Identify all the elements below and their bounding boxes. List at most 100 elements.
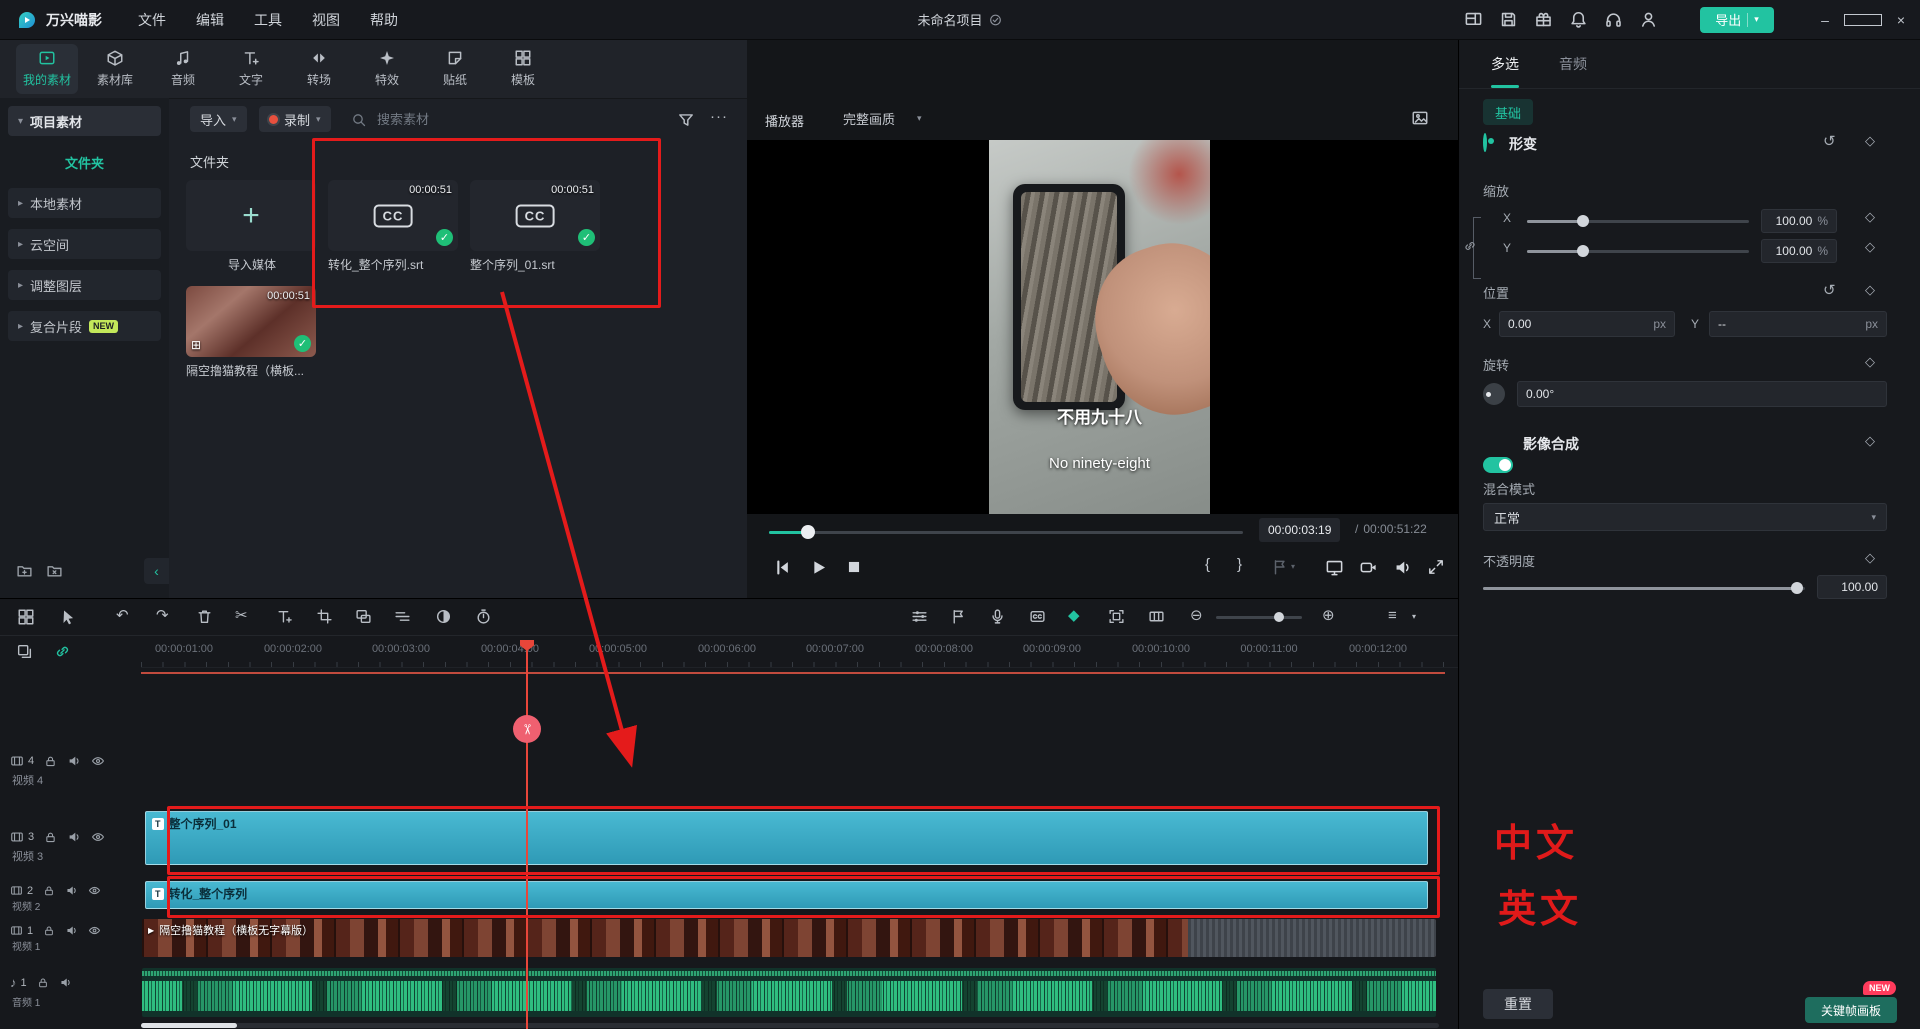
scale-y-keyframe-icon[interactable]: ◇ <box>1865 239 1875 255</box>
lock-icon[interactable] <box>44 831 57 844</box>
seek-handle[interactable] <box>801 525 815 539</box>
import-button[interactable]: 导入▾ <box>190 106 247 132</box>
text-tool-icon[interactable] <box>276 608 293 625</box>
import-media-card[interactable]: + <box>186 180 316 251</box>
pos-x-input[interactable]: 0.00px <box>1499 311 1675 337</box>
quality-dropdown[interactable]: 完整画质▾ <box>833 105 932 131</box>
media-item-srt2[interactable]: 00:00:51 CC ✓ <box>470 180 600 251</box>
close-button[interactable]: × <box>1882 0 1920 39</box>
speed-icon[interactable] <box>475 608 492 625</box>
filmstrip-icon[interactable] <box>1148 608 1165 625</box>
tab-my-media[interactable]: 我的素材 <box>16 44 78 94</box>
zoom-slider[interactable] <box>1216 616 1302 619</box>
marker-flag-button[interactable] <box>1271 558 1289 576</box>
auto-ripple-link-icon[interactable] <box>54 643 71 660</box>
tab-stickers[interactable]: 贴纸 <box>424 44 486 94</box>
new-folder-icon[interactable] <box>16 562 33 579</box>
tab-basic[interactable]: 基础 <box>1483 99 1533 125</box>
mirror-display-button[interactable] <box>1325 558 1344 577</box>
menu-file[interactable]: 文件 <box>138 10 166 30</box>
pos-y-input[interactable]: --px <box>1709 311 1887 337</box>
collapse-sidebar-button[interactable]: ‹ <box>144 558 169 584</box>
filter-icon[interactable] <box>677 111 695 129</box>
tab-audio[interactable]: 音频 <box>152 44 214 94</box>
keyframe-panel-button[interactable]: 关键帧画板 <box>1805 997 1897 1023</box>
sidebar-item-compound-clip[interactable]: ▸复合片段NEW <box>8 311 161 341</box>
lock-icon[interactable] <box>43 925 55 937</box>
select-tool-icon[interactable] <box>59 608 77 626</box>
opacity-slider[interactable] <box>1483 587 1805 590</box>
scale-x-value[interactable]: 100.00% <box>1761 209 1837 233</box>
lock-icon[interactable] <box>44 755 57 768</box>
maximize-button[interactable] <box>1844 0 1882 39</box>
track-header-audio1[interactable]: ♪ 1 音频 1 <box>0 975 141 1009</box>
tab-audio-props[interactable]: 音频 <box>1559 39 1587 88</box>
play-button[interactable] <box>809 558 828 577</box>
scale-x-keyframe-icon[interactable]: ◇ <box>1865 209 1875 225</box>
hide-icon[interactable] <box>91 830 105 844</box>
notifications-icon[interactable] <box>1569 10 1588 29</box>
voiceover-icon[interactable] <box>989 608 1006 625</box>
delete-icon[interactable] <box>196 608 213 625</box>
scale-x-slider-handle[interactable] <box>1577 215 1589 227</box>
zoom-slider-handle[interactable] <box>1274 612 1284 622</box>
track-header-video1[interactable]: 1 视频 1 <box>0 924 141 953</box>
mask-icon[interactable] <box>435 608 452 625</box>
menu-edit[interactable]: 编辑 <box>196 10 224 30</box>
marker-icon[interactable] <box>950 608 967 625</box>
media-item-video[interactable]: 00:00:51 ⊞ ✓ <box>186 286 316 357</box>
previous-frame-button[interactable] <box>773 558 792 577</box>
preview-display-icon[interactable] <box>1411 109 1429 127</box>
position-keyframe-icon[interactable]: ◇ <box>1865 282 1875 298</box>
reset-position-icon[interactable]: ↺ <box>1823 281 1836 299</box>
zoom-in-icon[interactable]: ⊕ <box>1322 607 1335 625</box>
seek-bar[interactable] <box>769 531 1243 534</box>
timeline-scrollbar[interactable] <box>141 1023 1439 1028</box>
track-height-caret-icon[interactable]: ▾ <box>1412 612 1416 621</box>
search-input[interactable] <box>375 111 509 128</box>
scale-y-slider-handle[interactable] <box>1577 245 1589 257</box>
volume-button[interactable] <box>1393 558 1412 577</box>
save-icon[interactable] <box>1499 10 1518 29</box>
tab-text[interactable]: 文字 <box>220 44 282 94</box>
mute-icon[interactable] <box>67 830 81 844</box>
compositing-keyframe-icon[interactable]: ◇ <box>1865 433 1875 449</box>
keyframe-diamond-icon[interactable]: ◇ <box>1865 133 1875 149</box>
rotate-input[interactable]: 0.00° <box>1517 381 1887 407</box>
sidebar-item-local-media[interactable]: ▸本地素材 <box>8 188 161 218</box>
link-scale-icon[interactable] <box>1463 239 1477 253</box>
snapshot-clip-icon[interactable] <box>16 643 33 660</box>
track-height-icon[interactable]: ≡ <box>1388 607 1397 625</box>
mark-out-button[interactable]: } <box>1237 556 1242 573</box>
keyframe-icon[interactable]: ◆ <box>1068 607 1080 625</box>
tab-multiselect[interactable]: 多选 <box>1491 39 1519 88</box>
track-manager-icon[interactable] <box>394 608 411 625</box>
sidebar-item-cloud[interactable]: ▸云空间 <box>8 229 161 259</box>
lock-icon[interactable] <box>37 977 49 989</box>
rotation-knob[interactable] <box>1483 383 1505 405</box>
lock-icon[interactable] <box>43 885 55 897</box>
mute-icon[interactable] <box>59 976 72 989</box>
workspace-layout-icon[interactable] <box>1464 10 1483 29</box>
menu-view[interactable]: 视图 <box>312 10 340 30</box>
track-header-video2[interactable]: 2 视频 2 <box>0 884 141 913</box>
tab-stock-library[interactable]: 素材库 <box>84 44 146 94</box>
mark-in-button[interactable]: { <box>1205 556 1210 573</box>
export-button[interactable]: 导出▾ <box>1700 7 1774 33</box>
sidebar-item-adjustment-layer[interactable]: ▸调整图层 <box>8 270 161 300</box>
account-icon[interactable] <box>1639 10 1658 29</box>
sidebar-item-folder[interactable]: 文件夹 <box>8 147 161 177</box>
media-item-srt1[interactable]: 00:00:51 CC ✓ <box>328 180 458 251</box>
hide-icon[interactable] <box>88 884 101 897</box>
reset-button[interactable]: 重置 <box>1483 989 1553 1019</box>
rotate-keyframe-icon[interactable]: ◇ <box>1865 354 1875 370</box>
undo-icon[interactable]: ↶ <box>116 607 129 625</box>
opacity-keyframe-icon[interactable]: ◇ <box>1865 550 1875 566</box>
minimize-button[interactable]: – <box>1806 0 1844 39</box>
mute-icon[interactable] <box>67 754 81 768</box>
tab-templates[interactable]: 模板 <box>492 44 554 94</box>
mute-icon[interactable] <box>65 884 78 897</box>
support-icon[interactable] <box>1604 10 1623 29</box>
compositing-toggle[interactable] <box>1483 457 1513 473</box>
opacity-slider-handle[interactable] <box>1791 582 1803 594</box>
